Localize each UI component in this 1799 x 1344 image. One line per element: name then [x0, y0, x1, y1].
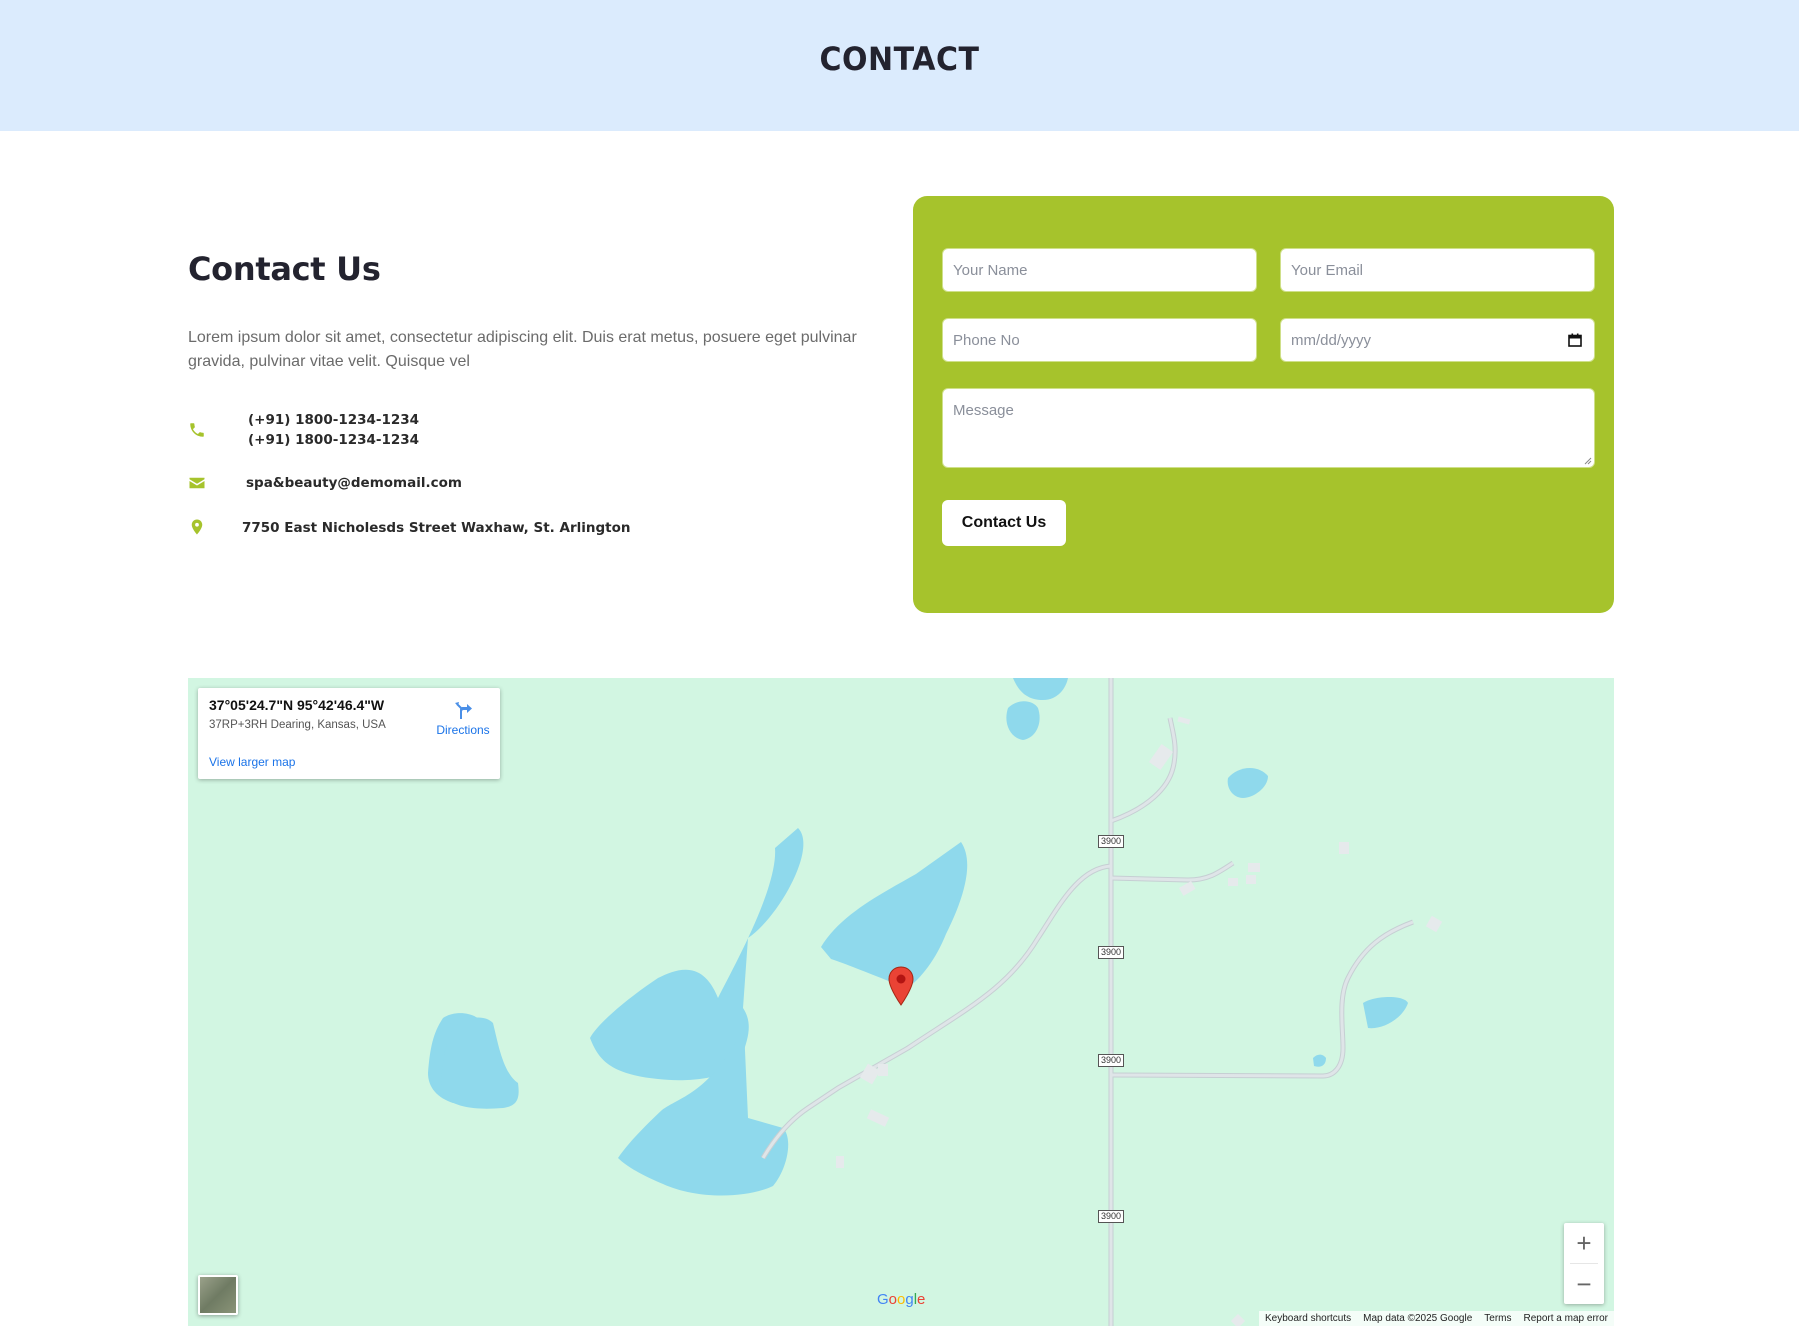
embedded-map[interactable]: 3900 3900 3900 3900 37°05'24.7"N 95°42'4…: [188, 678, 1614, 1326]
keyboard-shortcuts-link[interactable]: Keyboard shortcuts: [1265, 1313, 1351, 1324]
zoom-in-button[interactable]: +: [1564, 1223, 1604, 1263]
directions-label: Directions: [436, 723, 490, 737]
zoom-controls: + −: [1564, 1223, 1604, 1304]
message-textarea[interactable]: Message: [942, 388, 1595, 468]
view-larger-map-link[interactable]: View larger map: [209, 755, 295, 769]
phone-number-1[interactable]: (+91) 1800-1234-1234: [248, 410, 419, 430]
contact-info-section: Contact Us Lorem ipsum dolor sit amet, c…: [188, 250, 868, 536]
report-error-link[interactable]: Report a map error: [1524, 1313, 1608, 1324]
contact-description: Lorem ipsum dolor sit amet, consectetur …: [188, 329, 857, 370]
submit-button[interactable]: Contact Us: [942, 500, 1066, 546]
phone-number-2[interactable]: (+91) 1800-1234-1234: [248, 430, 419, 450]
contact-form: Your Name Your Email Phone No mm/dd/yyyy…: [913, 196, 1614, 613]
phone-placeholder: Phone No: [953, 331, 1020, 349]
place-coordinates: 37°05'24.7"N 95°42'46.4"W: [209, 697, 385, 713]
page-title: CONTACT: [819, 40, 980, 79]
map-marker-icon[interactable]: [887, 966, 915, 1006]
place-plus-code: 37RP+3RH Dearing, Kansas, USA: [209, 719, 386, 731]
map-pin-icon: [191, 519, 203, 535]
name-placeholder: Your Name: [953, 261, 1028, 279]
zoom-out-button[interactable]: −: [1564, 1264, 1604, 1304]
terms-link[interactable]: Terms: [1484, 1313, 1511, 1324]
resize-handle-icon[interactable]: [1584, 457, 1592, 465]
phone-row: (+91) 1800-1234-1234 (+91) 1800-1234-123…: [188, 410, 419, 450]
phone-icon: [190, 423, 204, 437]
satellite-toggle[interactable]: [198, 1275, 238, 1315]
email-row: spa&beauty@demomail.com: [188, 473, 462, 493]
route-label: 3900: [1098, 1210, 1124, 1223]
message-placeholder: Message: [953, 402, 1014, 419]
envelope-icon: [189, 477, 205, 489]
route-label: 3900: [1098, 1054, 1124, 1067]
route-label: 3900: [1098, 835, 1124, 848]
email-input[interactable]: Your Email: [1280, 248, 1595, 292]
map-attribution-bar: Keyboard shortcuts Map data ©2025 Google…: [1258, 1311, 1614, 1326]
email-placeholder: Your Email: [1291, 261, 1363, 279]
address-row: 7750 East Nicholesds Street Waxhaw, St. …: [188, 518, 631, 538]
directions-icon: [455, 702, 472, 719]
place-info-card: 37°05'24.7"N 95°42'46.4"W 37RP+3RH Deari…: [198, 688, 500, 779]
page-banner: CONTACT: [0, 0, 1799, 131]
directions-button[interactable]: Directions: [428, 699, 498, 737]
map-data-text: Map data ©2025 Google: [1363, 1313, 1473, 1324]
phone-input[interactable]: Phone No: [942, 318, 1257, 362]
contact-heading: Contact Us: [188, 250, 381, 288]
google-logo: Google: [877, 1291, 926, 1308]
calendar-icon[interactable]: [1568, 333, 1582, 347]
route-label: 3900: [1098, 946, 1124, 959]
date-input[interactable]: mm/dd/yyyy: [1280, 318, 1595, 362]
address-text: 7750 East Nicholesds Street Waxhaw, St. …: [242, 520, 631, 536]
name-input[interactable]: Your Name: [942, 248, 1257, 292]
date-placeholder: mm/dd/yyyy: [1291, 331, 1372, 349]
email-link[interactable]: spa&beauty@demomail.com: [246, 473, 462, 493]
